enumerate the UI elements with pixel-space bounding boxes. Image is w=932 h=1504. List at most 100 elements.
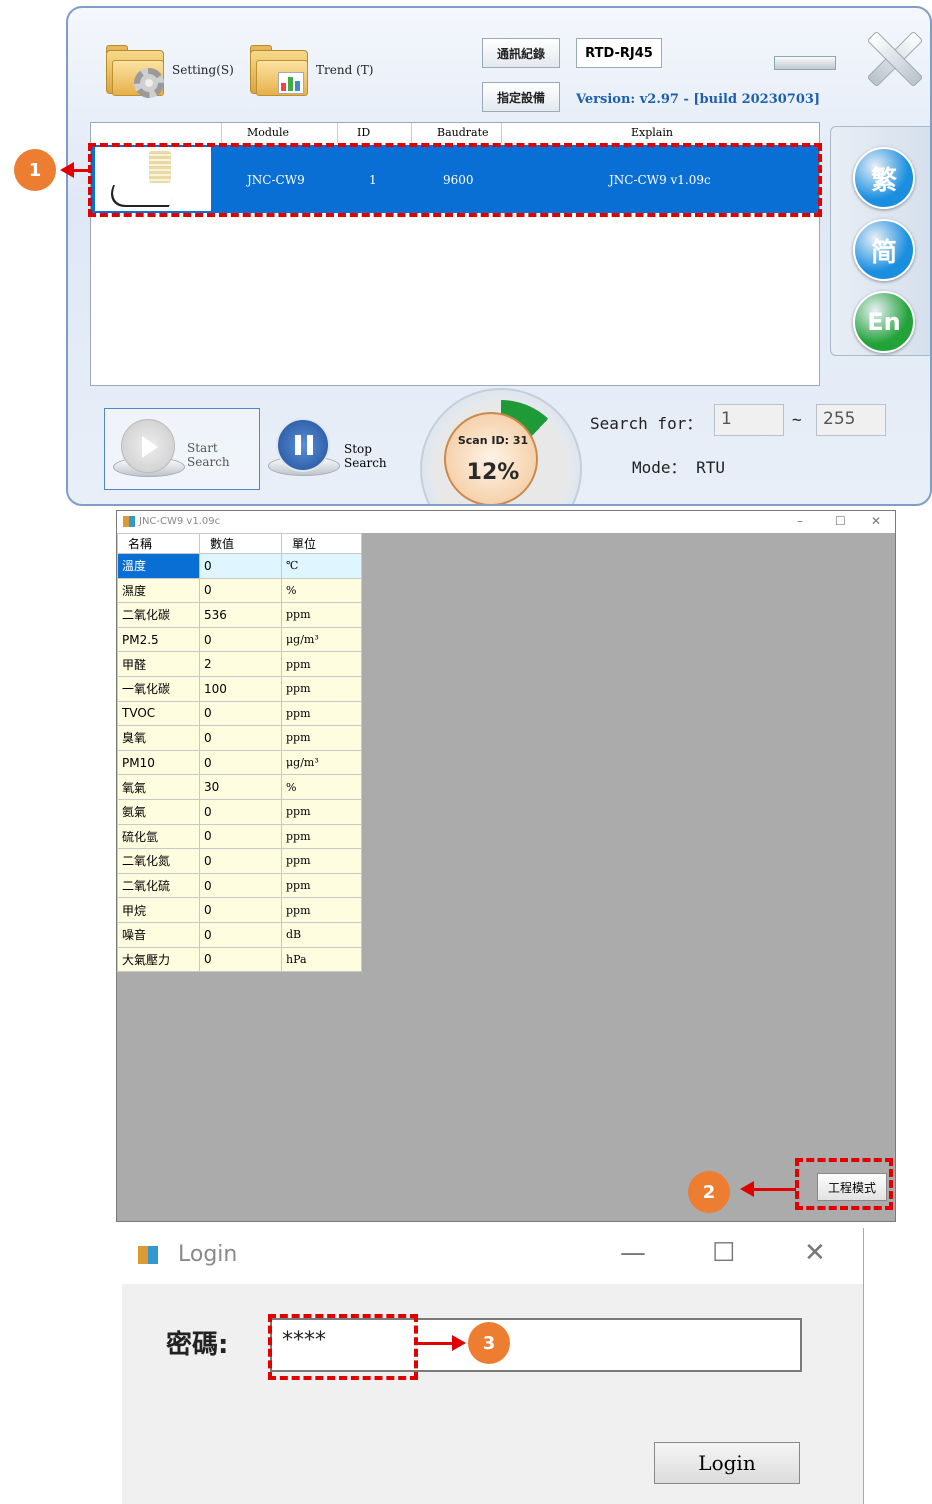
lang-simplified-button[interactable]: 简 [853, 219, 915, 281]
login-window: Login — ☐ ✕ 密碼: **** Login [122, 1228, 864, 1504]
maximize-icon[interactable]: ☐ [712, 1238, 735, 1268]
sensor-value-cell[interactable]: 0 [199, 553, 282, 579]
sensor-name-cell[interactable]: PM2.5 [117, 626, 200, 653]
sensor-name-cell[interactable]: 甲醛 [117, 651, 200, 677]
search-to-input[interactable]: 255 [816, 404, 886, 436]
sensor-value-cell[interactable]: 100 [199, 675, 282, 702]
sensor-name-cell[interactable]: 溫度 [117, 553, 200, 579]
sensor-unit-cell[interactable]: ppm [281, 651, 362, 677]
table-row[interactable]: 氧氣 30% [117, 774, 362, 800]
sensor-unit-cell[interactable]: ppm [281, 700, 362, 727]
minimize-icon[interactable] [774, 56, 836, 70]
sensor-value-cell[interactable]: 0 [199, 823, 282, 850]
table-row[interactable]: 二氧化碳 536 ppm [117, 602, 362, 628]
sensor-name-cell[interactable]: 濕度 [117, 577, 200, 604]
table-row[interactable]: 二氧化硫 0 ppm [117, 872, 362, 899]
sensor-value-cell[interactable]: 0 [199, 626, 282, 653]
sensor-value-cell[interactable]: 0 [199, 921, 282, 948]
comm-log-button[interactable]: 通訊紀錄 [482, 38, 561, 68]
sensor-value-cell[interactable]: 0 [199, 946, 282, 973]
sensor-unit-cell[interactable]: ppm [281, 725, 362, 751]
sensor-name-cell[interactable]: 二氧化硫 [117, 872, 200, 899]
sensor-unit-cell[interactable]: ppm [281, 823, 362, 850]
sensor-value-cell[interactable]: 0 [199, 897, 282, 923]
sensor-unit-cell[interactable]: ppm [281, 897, 362, 923]
scan-progress: Scan ID: 31 12% [420, 388, 582, 504]
lang-english-button[interactable]: En [853, 291, 915, 353]
sensor-value-cell[interactable]: 0 [199, 725, 282, 751]
table-row[interactable]: TVOC 0 ppm [117, 700, 362, 727]
close-icon[interactable]: ✕ [871, 514, 881, 528]
sensor-name-cell[interactable]: 氧氣 [117, 774, 200, 800]
sensor-name-cell[interactable]: TVOC [117, 700, 200, 727]
sensor-name-cell[interactable]: PM10 [117, 749, 200, 776]
login-titlebar: Login — ☐ ✕ [122, 1228, 863, 1284]
start-search-button[interactable]: Start Search [104, 408, 260, 490]
sensor-unit-cell[interactable]: ℃ [281, 553, 362, 579]
search-from-input[interactable]: 1 [714, 404, 784, 436]
sensor-name-cell[interactable]: 二氧化氮 [117, 848, 200, 874]
table-row[interactable]: 甲醛 2 ppm [117, 651, 362, 677]
table-row[interactable]: 濕度 0% [117, 577, 362, 604]
stop-search-button[interactable]: Stop Search [268, 412, 418, 492]
sensor-value-cell[interactable]: 0 [199, 577, 282, 604]
sensor-value-cell[interactable]: 0 [199, 700, 282, 727]
sensor-name-cell[interactable]: 一氧化碳 [117, 675, 200, 702]
sensor-value-cell[interactable]: 0 [199, 798, 282, 825]
play-icon [121, 419, 175, 473]
sensor-unit-cell[interactable]: % [281, 577, 362, 604]
sensor-unit-cell[interactable]: ppm [281, 798, 362, 825]
progress-percent: 12% [466, 460, 520, 485]
setting-label: Setting(S) [172, 63, 234, 77]
connection-display[interactable]: RTD-RJ45 [576, 38, 662, 68]
sensor-name-cell[interactable]: 氨氣 [117, 798, 200, 825]
table-row[interactable]: 甲烷 0 ppm [117, 897, 362, 923]
sensor-value-cell[interactable]: 0 [199, 749, 282, 776]
table-row[interactable]: PM2.5 0 μg/m³ [117, 626, 362, 653]
sensor-value-cell[interactable]: 0 [199, 848, 282, 874]
sensor-name-cell[interactable]: 硫化氫 [117, 823, 200, 850]
table-row[interactable]: 溫度 0 ℃ [117, 553, 362, 579]
sensor-name-cell[interactable]: 臭氧 [117, 725, 200, 751]
sensor-unit-cell[interactable]: % [281, 774, 362, 800]
sensor-name-cell[interactable]: 二氧化碳 [117, 602, 200, 628]
sensor-unit-cell[interactable]: μg/m³ [281, 626, 362, 653]
table-row[interactable]: 臭氧 0 ppm [117, 725, 362, 751]
sensor-unit-cell[interactable]: ppm [281, 848, 362, 874]
callout-2-badge: 2 [688, 1171, 730, 1213]
setting-tool[interactable]: Setting(S) [104, 42, 234, 98]
close-icon[interactable] [864, 30, 922, 86]
assign-device-button[interactable]: 指定設備 [482, 82, 561, 112]
sensor-unit-cell[interactable]: ppm [281, 872, 362, 899]
login-title: Login [178, 1242, 238, 1267]
table-row[interactable]: PM10 0 μg/m³ [117, 749, 362, 776]
minimize-icon[interactable]: — [620, 1238, 646, 1268]
sensor-unit-cell[interactable]: ppm [281, 602, 362, 628]
table-row[interactable]: 二氧化氮 0 ppm [117, 848, 362, 874]
maximize-icon[interactable]: ☐ [835, 514, 846, 528]
trend-tool[interactable]: Trend (T) [248, 42, 373, 98]
table-row[interactable]: 氨氣 0 ppm [117, 798, 362, 825]
sensor-value-cell[interactable]: 536 [199, 602, 282, 628]
app-icon [138, 1246, 158, 1264]
table-row[interactable]: 大氣壓力 0 hPa [117, 946, 362, 973]
sensor-unit-cell[interactable]: dB [281, 921, 362, 948]
sensor-value-cell[interactable]: 0 [199, 872, 282, 899]
sensor-table: 名稱 數值 單位 溫度 0 ℃ 濕度 0% 二氧化碳 536 ppm PM2.5 0 μg/m³ 甲醛… [117, 533, 362, 973]
table-row[interactable]: 一氧化碳 100 ppm [117, 675, 362, 702]
sensor-name-cell[interactable]: 甲烷 [117, 897, 200, 923]
close-icon[interactable]: ✕ [804, 1238, 826, 1268]
sensor-value-cell[interactable]: 2 [199, 651, 282, 677]
lang-traditional-button[interactable]: 繁 [853, 147, 915, 209]
minimize-icon[interactable]: – [797, 514, 803, 528]
sensor-name-cell[interactable]: 噪音 [117, 921, 200, 948]
login-button[interactable]: Login [654, 1442, 800, 1484]
sensor-value-cell[interactable]: 30 [199, 774, 282, 800]
sensor-unit-cell[interactable]: μg/m³ [281, 749, 362, 776]
version-text: Version: v2.97 - [build 20230703] [576, 92, 821, 107]
sensor-unit-cell[interactable]: ppm [281, 675, 362, 702]
sensor-name-cell[interactable]: 大氣壓力 [117, 946, 200, 973]
table-row[interactable]: 噪音 0 dB [117, 921, 362, 948]
table-row[interactable]: 硫化氫 0 ppm [117, 823, 362, 850]
sensor-unit-cell[interactable]: hPa [281, 946, 362, 973]
